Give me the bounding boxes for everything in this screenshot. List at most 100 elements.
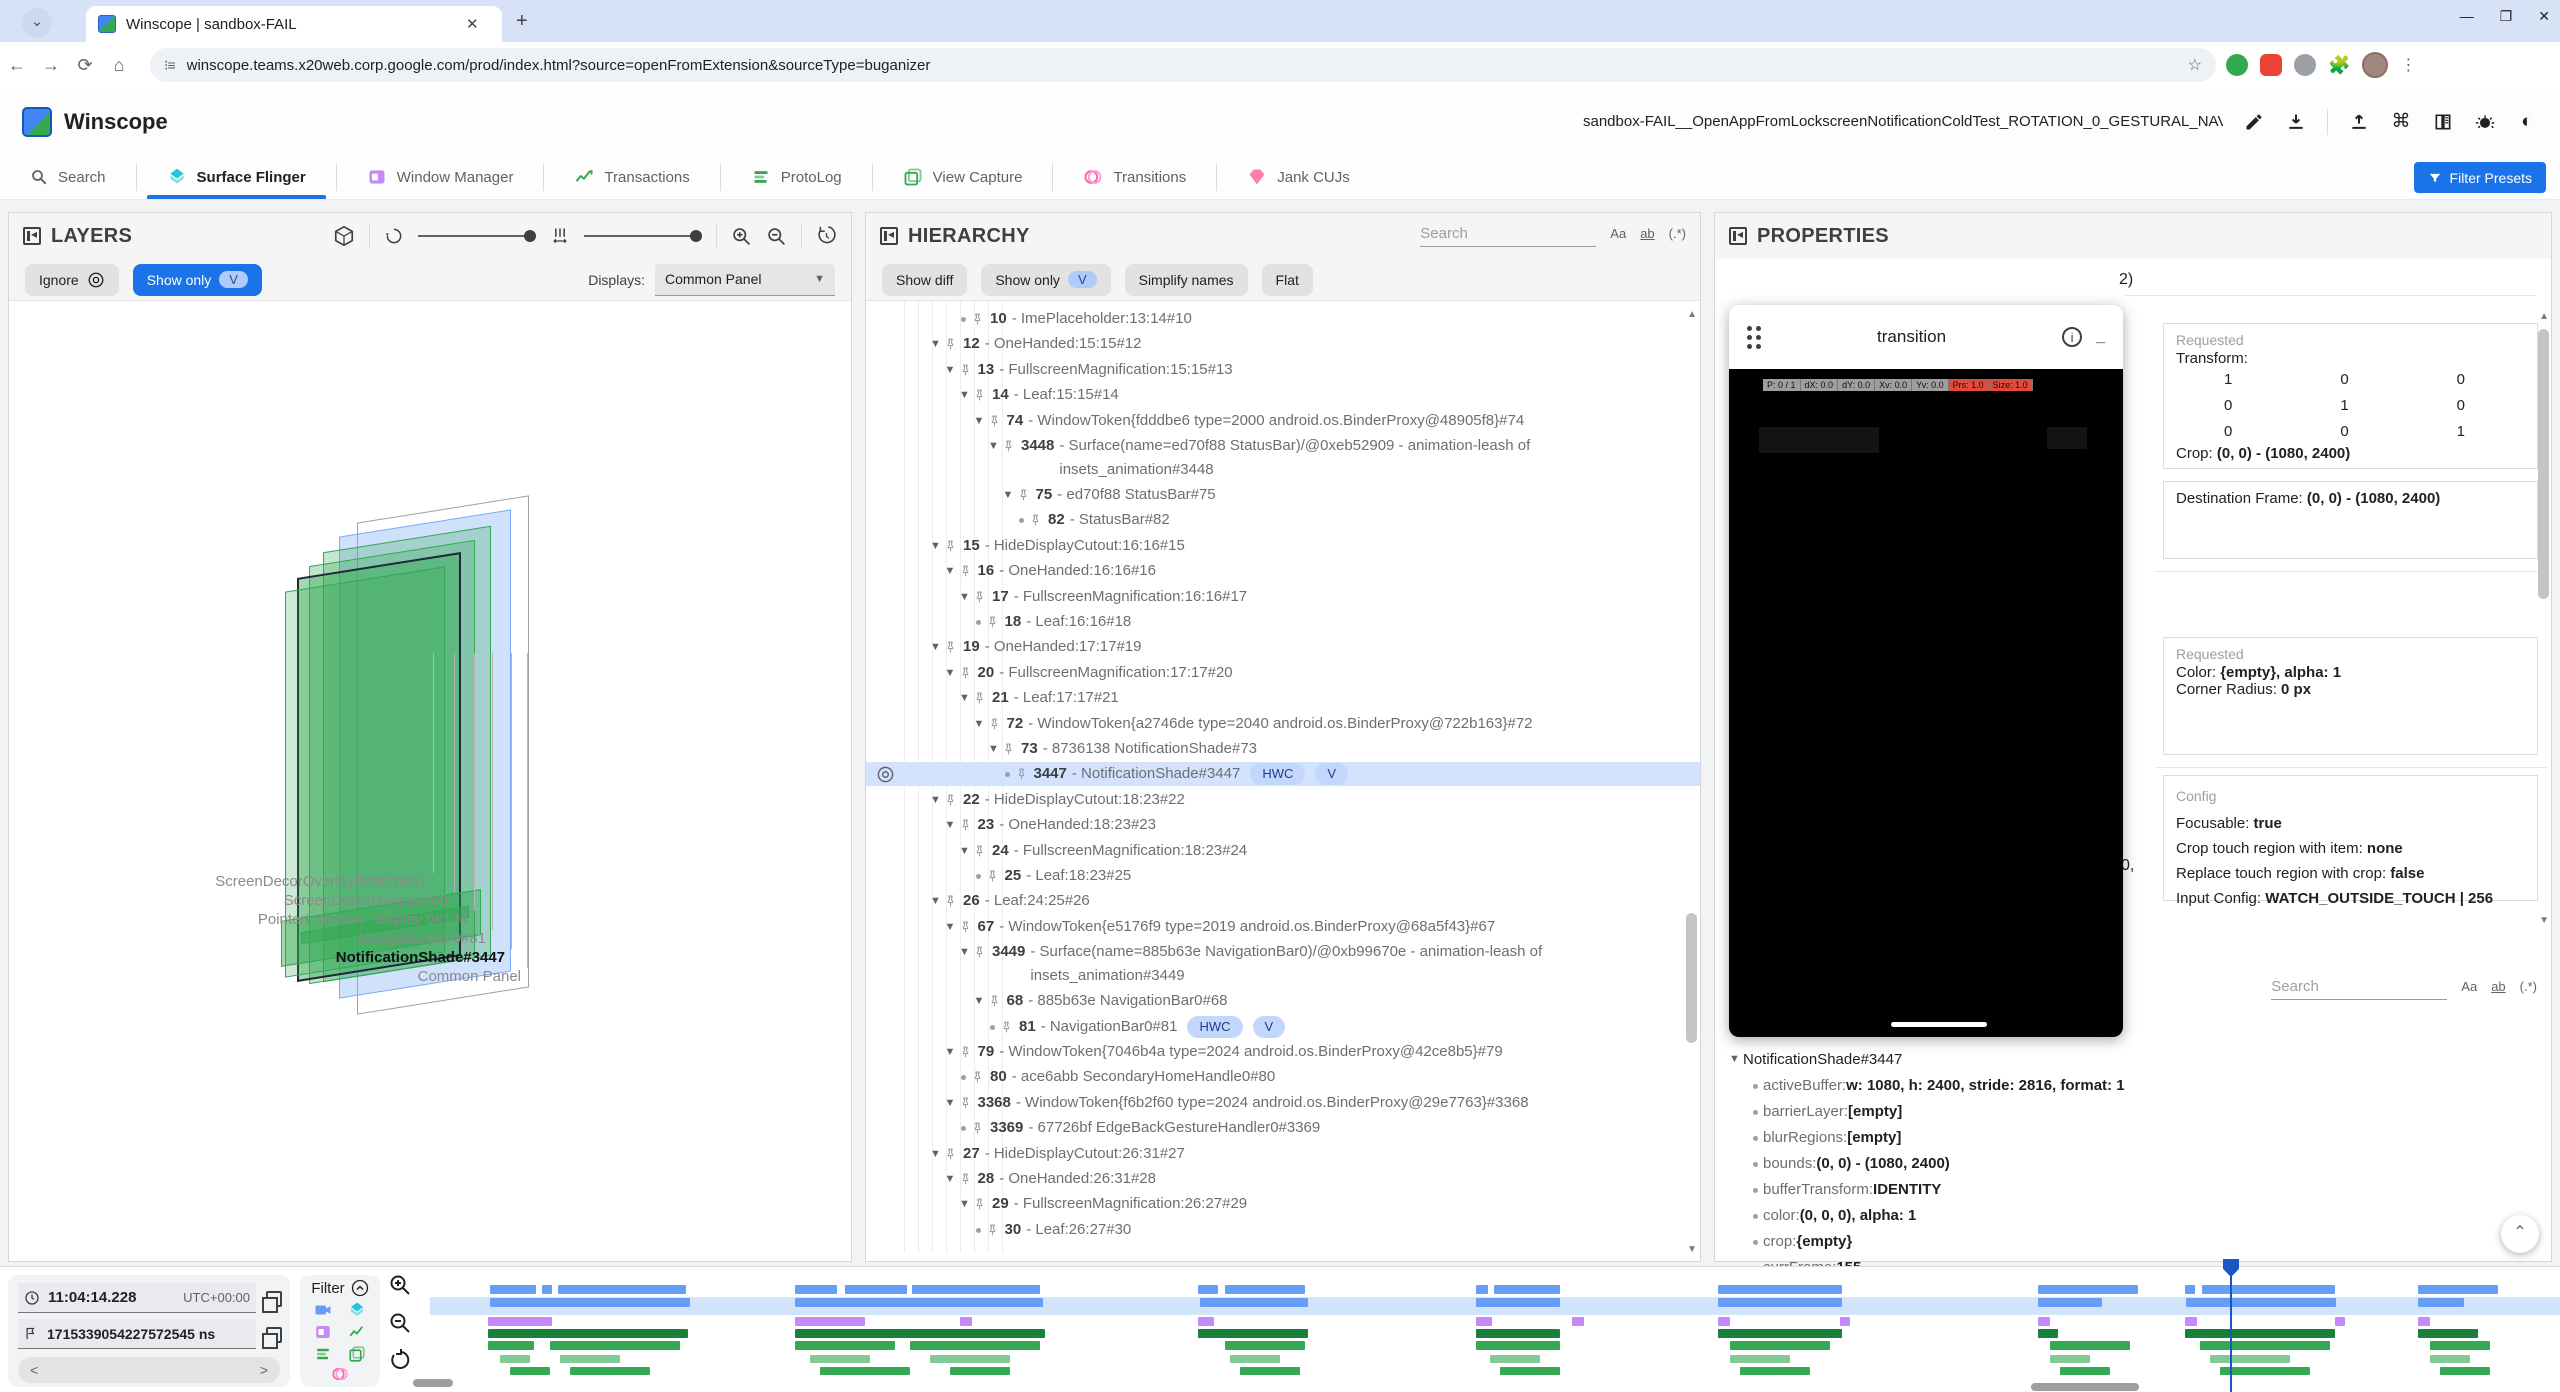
extension-icon-red[interactable] — [2260, 54, 2282, 76]
trace-event-segment[interactable] — [2418, 1285, 2498, 1294]
expand-arrow-icon[interactable]: ▼ — [930, 788, 944, 812]
trace-event-segment[interactable] — [1476, 1317, 1492, 1326]
window-close-button[interactable]: ✕ — [2538, 8, 2550, 25]
trace-event-segment[interactable] — [795, 1329, 1045, 1338]
trace-event-segment[interactable] — [2185, 1329, 2335, 1338]
upload-icon[interactable] — [2348, 111, 2370, 133]
scroll-to-top-button[interactable]: ⌃ — [2501, 1215, 2539, 1253]
tree-node-12[interactable]: ▼12- OneHanded:15:15#12 — [866, 332, 1700, 356]
reset-view-icon[interactable] — [816, 226, 837, 247]
tree-node-68[interactable]: ▼68- 885b63e NavigationBar0#68 — [866, 989, 1700, 1013]
scrollbar-up-icon[interactable]: ▲ — [1687, 309, 1697, 320]
property-row[interactable]: crop: {empty} — [1729, 1229, 2539, 1255]
trace-event-segment[interactable] — [1840, 1317, 1850, 1326]
trace-event-segment[interactable] — [1476, 1329, 1560, 1338]
regex-icon[interactable]: (.*) — [1669, 226, 1686, 241]
trace-event-segment[interactable] — [2038, 1285, 2138, 1294]
trace-event-segment[interactable] — [1494, 1285, 1560, 1294]
scrollbar-down-icon[interactable]: ▼ — [2539, 915, 2549, 926]
expand-arrow-icon[interactable]: ▼ — [974, 712, 988, 736]
expand-arrow-icon[interactable]: ▼ — [930, 635, 944, 659]
download-icon[interactable] — [2285, 111, 2307, 133]
trace-event-segment[interactable] — [490, 1285, 536, 1294]
trace-event-segment[interactable] — [1225, 1285, 1305, 1294]
trace-event-segment[interactable] — [912, 1285, 1040, 1294]
3d-view-cube-icon[interactable] — [333, 225, 355, 247]
expand-arrow-icon[interactable]: ▼ — [945, 813, 959, 837]
expand-arrow-icon[interactable]: ▼ — [959, 686, 973, 710]
trace-event-segment[interactable] — [2210, 1355, 2290, 1363]
tree-node-72[interactable]: ▼72- WindowToken{a2746de type=2040 andro… — [866, 712, 1700, 736]
trace-event-segment[interactable] — [2418, 1329, 2478, 1338]
tree-node-23[interactable]: ▼23- OneHanded:18:23#23 — [866, 813, 1700, 837]
url-text[interactable]: winscope.teams.x20web.corp.google.com/pr… — [187, 57, 2176, 74]
expand-arrow-icon[interactable]: ▼ — [959, 1192, 973, 1216]
trace-event-segment[interactable] — [910, 1341, 1040, 1350]
match-word-icon[interactable]: ab — [1640, 226, 1654, 241]
trace-event-segment[interactable] — [795, 1298, 1043, 1307]
trace-event-segment[interactable] — [2335, 1317, 2345, 1326]
ns-time-field[interactable]: 1715339054227572545 ns — [18, 1319, 256, 1349]
extensions-puzzle-icon[interactable]: 🧩 — [2328, 55, 2350, 76]
expand-arrow-icon[interactable]: ▼ — [1003, 483, 1017, 507]
window-maximize-button[interactable]: ❐ — [2500, 8, 2513, 25]
tree-node-27[interactable]: ▼27- HideDisplayCutout:26:31#27 — [866, 1142, 1700, 1166]
profile-avatar[interactable] — [2362, 52, 2388, 78]
documentation-book-icon[interactable] — [2432, 111, 2454, 133]
expand-arrow-icon[interactable]: ▼ — [945, 1167, 959, 1191]
trace-event-segment[interactable] — [1718, 1285, 1842, 1294]
collapse-panel-icon[interactable] — [1729, 227, 1747, 245]
bookmark-star-icon[interactable]: ☆ — [2188, 55, 2202, 75]
tree-node-3448[interactable]: ▼3448- Surface(name=ed70f88 StatusBar)/@… — [866, 434, 1700, 482]
trace-event-segment[interactable] — [2060, 1367, 2110, 1375]
expand-arrow-icon[interactable]: ▼ — [959, 585, 973, 609]
copy-ns-icon[interactable] — [266, 1327, 282, 1343]
browser-tab[interactable]: Winscope | sandbox-FAIL ✕ — [86, 6, 502, 42]
tree-node-24[interactable]: ▼24- FullscreenMagnification:18:23#24 — [866, 839, 1700, 863]
tree-node-25[interactable]: 25- Leaf:18:23#25 — [866, 864, 1700, 888]
layer-label[interactable]: Common Panel — [418, 968, 521, 985]
trace-event-segment[interactable] — [2038, 1298, 2102, 1307]
reload-button[interactable]: ⟳ — [68, 55, 102, 76]
trace-event-segment[interactable] — [510, 1367, 550, 1375]
trace-event-segment[interactable] — [542, 1285, 552, 1294]
trace-event-segment[interactable] — [570, 1367, 650, 1375]
trace-event-segment[interactable] — [558, 1285, 686, 1294]
tree-node-19[interactable]: ▼19- OneHanded:17:17#19 — [866, 635, 1700, 659]
trace-event-segment[interactable] — [488, 1317, 552, 1326]
transactions-trace-icon[interactable] — [348, 1323, 366, 1341]
tree-node-22[interactable]: ▼22- HideDisplayCutout:18:23#22 — [866, 788, 1700, 812]
scrollbar-down-icon[interactable]: ▼ — [1687, 1244, 1697, 1255]
forward-button[interactable]: → — [34, 55, 68, 76]
tab-window-manager[interactable]: Window Manager — [337, 155, 544, 199]
expand-arrow-icon[interactable]: ▼ — [988, 737, 1002, 761]
trace-event-segment[interactable] — [1490, 1355, 1540, 1363]
property-row[interactable]: blurRegions: [empty] — [1729, 1125, 2539, 1151]
show-only-v-chip[interactable]: Show only V — [981, 264, 1110, 296]
url-bar[interactable]: ⁝≡ winscope.teams.x20web.corp.google.com… — [150, 48, 2216, 82]
trace-event-segment[interactable] — [1718, 1329, 1842, 1338]
properties-search-input[interactable]: Search — [2271, 978, 2447, 1000]
timeline-scrollbar[interactable] — [2031, 1383, 2139, 1391]
trace-event-segment[interactable] — [810, 1355, 870, 1363]
expand-arrow-icon[interactable]: ▼ — [945, 1091, 959, 1115]
tab-close-icon[interactable]: ✕ — [466, 15, 479, 33]
expand-arrow-icon[interactable]: ▼ — [945, 1040, 959, 1064]
expand-arrow-icon[interactable]: ▼ — [930, 534, 944, 558]
tree-node-82[interactable]: 82- StatusBar#82 — [866, 508, 1700, 532]
screen-recording-trace-icon[interactable] — [314, 1301, 332, 1319]
property-root-label[interactable]: NotificationShade#3447 — [1743, 1047, 1902, 1073]
trace-event-segment[interactable] — [2202, 1285, 2335, 1294]
edit-pencil-icon[interactable] — [2243, 111, 2265, 133]
trace-event-segment[interactable] — [1740, 1367, 1810, 1375]
trace-event-segment[interactable] — [1476, 1298, 1560, 1307]
show-only-v-chip[interactable]: Show only V — [133, 264, 262, 296]
trace-event-segment[interactable] — [488, 1341, 534, 1350]
extension-icon-gray[interactable] — [2294, 54, 2316, 76]
rotation-slider[interactable] — [418, 235, 536, 237]
info-icon[interactable]: i — [2062, 327, 2082, 347]
expand-arrow-icon[interactable]: ▼ — [988, 434, 1002, 458]
tree-node-30[interactable]: 30- Leaf:26:27#30 — [866, 1218, 1700, 1242]
trace-event-segment[interactable] — [490, 1298, 690, 1307]
tab-jank-cujs[interactable]: Jank CUJs — [1217, 155, 1380, 199]
